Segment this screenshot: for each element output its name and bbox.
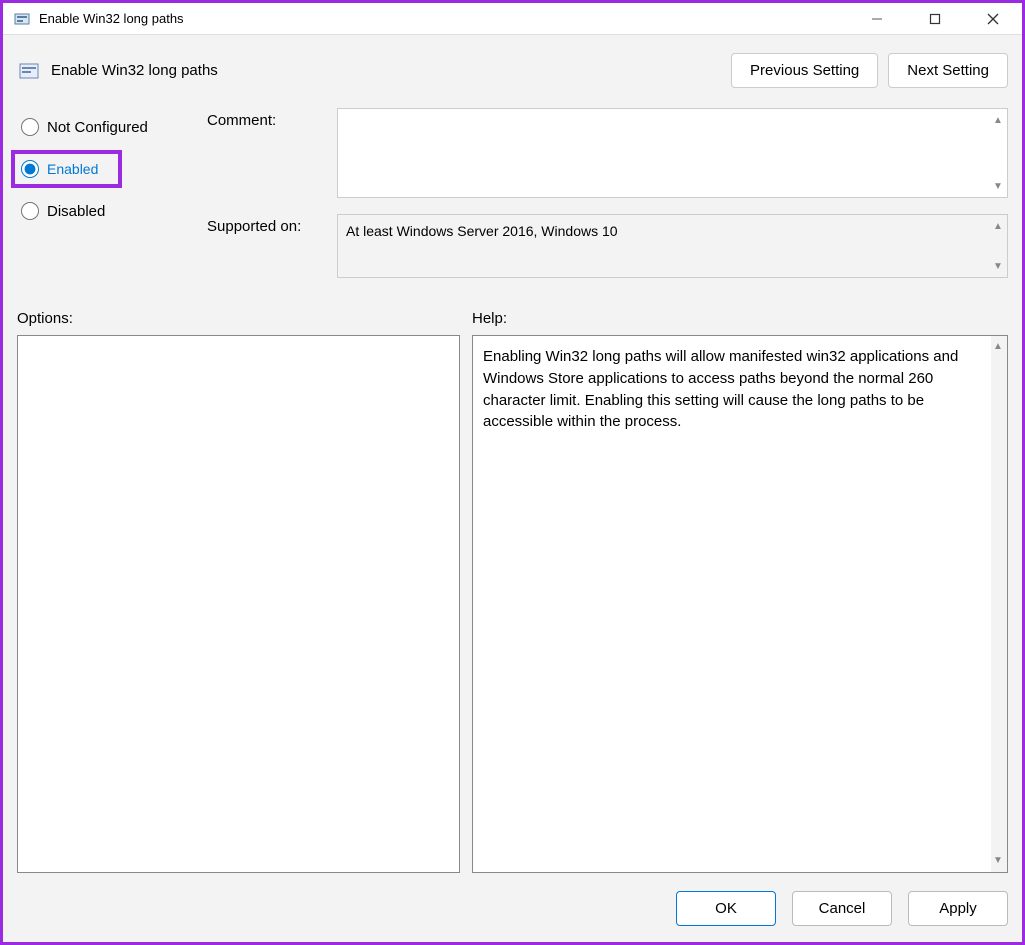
supported-scroll-up-icon[interactable]: ▲ <box>991 219 1005 233</box>
close-button[interactable] <box>964 3 1022 34</box>
supported-on-value: At least Windows Server 2016, Windows 10 <box>346 223 618 239</box>
comment-input[interactable]: ▲ ▼ <box>337 108 1008 198</box>
radio-not-configured[interactable]: Not Configured <box>17 108 207 146</box>
help-scroll-down-icon[interactable]: ▼ <box>993 854 1003 869</box>
policy-icon <box>17 59 41 83</box>
ok-button[interactable]: OK <box>676 891 776 926</box>
help-text: Enabling Win32 long paths will allow man… <box>483 348 958 430</box>
fields-column: Comment: ▲ ▼ Supported on: At least Wind… <box>207 108 1008 294</box>
radio-enabled-input[interactable] <box>21 160 39 178</box>
help-scrollbar[interactable]: ▲ ▼ <box>991 336 1007 872</box>
supported-scroll-down-icon[interactable]: ▼ <box>991 259 1005 273</box>
options-pane <box>17 335 460 873</box>
radio-disabled-input[interactable] <box>21 202 39 220</box>
policy-title: Enable Win32 long paths <box>51 62 218 79</box>
titlebar: Enable Win32 long paths <box>3 3 1022 35</box>
help-scroll-up-icon[interactable]: ▲ <box>993 340 1003 355</box>
help-pane: Enabling Win32 long paths will allow man… <box>472 335 1008 873</box>
settings-area: Not Configured Enabled Disabled Comment:… <box>3 98 1022 294</box>
comment-scroll-up-icon[interactable]: ▲ <box>991 113 1005 127</box>
window-title: Enable Win32 long paths <box>39 11 184 26</box>
radio-disabled-label: Disabled <box>47 203 105 220</box>
policy-header: Enable Win32 long paths Previous Setting… <box>3 35 1022 98</box>
radio-not-configured-input[interactable] <box>21 118 39 136</box>
footer: OK Cancel Apply <box>3 873 1022 942</box>
cancel-button[interactable]: Cancel <box>792 891 892 926</box>
next-setting-button[interactable]: Next Setting <box>888 53 1008 88</box>
maximize-button[interactable] <box>906 3 964 34</box>
minimize-button[interactable] <box>848 3 906 34</box>
radio-enabled[interactable]: Enabled <box>11 150 122 188</box>
comment-label: Comment: <box>207 108 337 129</box>
dialog-window: Enable Win32 long paths Enable Win32 lon… <box>0 0 1025 945</box>
previous-setting-button[interactable]: Previous Setting <box>731 53 878 88</box>
comment-scroll-down-icon[interactable]: ▼ <box>991 179 1005 193</box>
radio-disabled[interactable]: Disabled <box>17 192 207 230</box>
help-label: Help: <box>472 310 1008 327</box>
window-controls <box>848 3 1022 34</box>
state-radio-group: Not Configured Enabled Disabled <box>17 108 207 294</box>
radio-not-configured-label: Not Configured <box>47 119 148 136</box>
radio-enabled-label: Enabled <box>47 161 98 177</box>
options-label: Options: <box>17 310 472 327</box>
supported-label: Supported on: <box>207 214 337 235</box>
supported-on-box: At least Windows Server 2016, Windows 10… <box>337 214 1008 278</box>
panes: Enabling Win32 long paths will allow man… <box>3 335 1022 873</box>
apply-button[interactable]: Apply <box>908 891 1008 926</box>
policy-title-icon <box>13 10 31 28</box>
pane-labels: Options: Help: <box>3 294 1022 335</box>
